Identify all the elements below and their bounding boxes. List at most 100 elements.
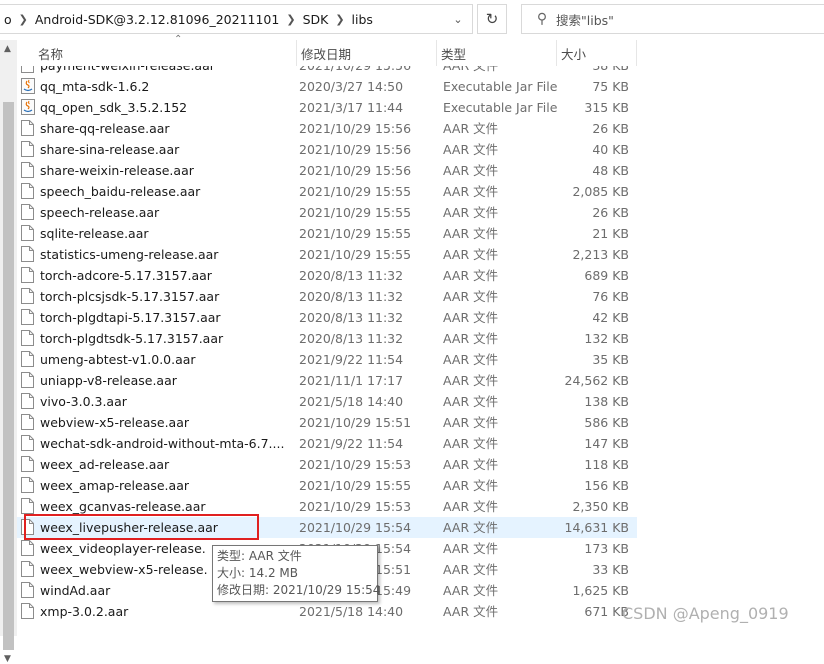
table-row[interactable]: umeng-abtest-v1.0.0.aar 2021/9/22 11:54 AA… — [17, 349, 637, 370]
file-size: 147 KB — [584, 436, 629, 451]
table-row[interactable]: speech-release.aar 2021/10/29 15:55 AAR 文件… — [17, 202, 637, 223]
file-size: 173 KB — [584, 541, 629, 556]
table-row[interactable]: payment-weixin-release.aar 2021/10/29 15… — [17, 66, 637, 76]
breadcrumb-item[interactable]: libs — [348, 12, 377, 27]
refresh-button[interactable]: ↻ — [477, 4, 507, 34]
breadcrumb-item[interactable]: SDK — [299, 12, 333, 27]
tooltip-size: 大小: 14.2 MB — [217, 566, 298, 580]
file-type: AAR 文件 — [443, 604, 499, 619]
table-row[interactable]: share-weixin-release.aar 2021/10/29 15:56… — [17, 160, 637, 181]
address-bar[interactable]: o ❯ Android-SDK@3.2.12.81096_20211101 ❯ … — [0, 4, 473, 34]
file-size: 1,625 KB — [572, 583, 629, 598]
table-row[interactable]: statistics-umeng-release.aar 2021/10/29 1… — [17, 244, 637, 265]
table-row[interactable]: torch-plgdtsdk-5.17.3157.aar 2020/8/13 11… — [17, 328, 637, 349]
search-input[interactable]: 搜索"libs" — [556, 10, 614, 29]
file-date: 2021/10/29 15:54 — [299, 520, 412, 535]
watermark: CSDN @Apeng_0919 — [622, 604, 789, 623]
table-row[interactable]: webview-x5-release.aar 2021/10/29 15:51 AA… — [17, 412, 637, 433]
scroll-up-icon[interactable]: ▲ — [4, 44, 11, 54]
breadcrumb-item[interactable]: o — [0, 12, 16, 27]
file-type: AAR 文件 — [443, 247, 499, 262]
file-name: xmp-3.0.2.aar — [40, 604, 129, 619]
tooltip-date: 修改日期: 2021/10/29 15:54 — [217, 583, 381, 597]
table-row[interactable]: torch-plgdtapi-5.17.3157.aar 2020/8/13 11… — [17, 307, 637, 328]
file-date: 2021/9/22 11:54 — [299, 436, 404, 451]
chevron-down-icon[interactable]: ⌄ — [450, 5, 466, 33]
table-row[interactable]: share-sina-release.aar 2021/10/29 15:56 AA… — [17, 139, 637, 160]
file-date: 2021/5/18 14:40 — [299, 604, 404, 619]
chevron-right-icon[interactable]: ❯ — [283, 13, 298, 26]
file-type: AAR 文件 — [443, 583, 499, 598]
file-type: AAR 文件 — [443, 205, 499, 220]
table-row[interactable]: vivo-3.0.3.aar 2021/5/18 14:40 AAR 文件 138 K… — [17, 391, 637, 412]
table-row[interactable]: uniapp-v8-release.aar 2021/11/1 17:17 AAR … — [17, 370, 637, 391]
breadcrumb: o ❯ Android-SDK@3.2.12.81096_20211101 ❯ … — [0, 5, 377, 33]
table-row[interactable]: weex_ad-release.aar 2021/10/29 15:53 AAR 文… — [17, 454, 637, 475]
table-row[interactable]: qq_open_sdk_3.5.2.152 2021/3/17 11:44 Exec… — [17, 97, 637, 118]
file-size: 76 KB — [592, 289, 629, 304]
column-header-row: ⌃ 名称 修改日期 类型 大小 — [17, 34, 824, 66]
scroll-down-icon[interactable]: ▼ — [4, 654, 11, 664]
file-name: share-weixin-release.aar — [40, 163, 194, 178]
search-box[interactable]: ⚲ 搜索"libs" — [521, 4, 824, 34]
table-row[interactable]: wechat-sdk-android-without-mta-6.7.... 20… — [17, 433, 637, 454]
file-date: 2021/10/29 15:55 — [299, 184, 412, 199]
column-header-name[interactable]: 名称 — [34, 40, 297, 66]
file-icon — [21, 561, 34, 577]
column-header-type[interactable]: 类型 — [437, 40, 557, 66]
file-icon — [21, 288, 34, 304]
table-row[interactable]: weex_amap-release.aar 2021/10/29 15:55 AAR… — [17, 475, 637, 496]
file-date: 2020/8/13 11:32 — [299, 310, 404, 325]
file-icon — [21, 330, 34, 346]
file-icon — [21, 351, 34, 367]
file-date: 2021/10/29 15:55 — [299, 205, 412, 220]
file-type: AAR 文件 — [443, 541, 499, 556]
file-date: 2021/10/29 15:56 — [299, 142, 412, 157]
file-date: 2020/8/13 11:32 — [299, 268, 404, 283]
column-header-date[interactable]: 修改日期 — [297, 40, 437, 66]
file-type: AAR 文件 — [443, 121, 499, 136]
table-row[interactable]: sqlite-release.aar 2021/10/29 15:55 AAR 文件… — [17, 223, 637, 244]
file-size: 35 KB — [592, 352, 629, 367]
vertical-scrollbar[interactable]: ▲ ▼ — [0, 40, 17, 664]
chevron-right-icon[interactable]: ❯ — [16, 13, 31, 26]
file-size: 75 KB — [592, 79, 629, 94]
table-row[interactable]: speech_baidu-release.aar 2021/10/29 15:55… — [17, 181, 637, 202]
column-header-size[interactable]: 大小 — [557, 40, 637, 66]
file-type: AAR 文件 — [443, 331, 499, 346]
file-size: 26 KB — [592, 205, 629, 220]
file-name: uniapp-v8-release.aar — [40, 373, 177, 388]
file-size: 48 KB — [592, 163, 629, 178]
file-date: 2021/10/29 15:51 — [299, 415, 412, 430]
file-type: AAR 文件 — [443, 142, 499, 157]
file-name: torch-adcore-5.17.3157.aar — [40, 268, 212, 283]
file-size: 118 KB — [584, 457, 629, 472]
file-icon — [21, 183, 34, 199]
breadcrumb-item[interactable]: Android-SDK@3.2.12.81096_20211101 — [31, 12, 283, 27]
file-size: 33 KB — [592, 562, 629, 577]
table-row[interactable]: torch-adcore-5.17.3157.aar 2020/8/13 11:3… — [17, 265, 637, 286]
table-row[interactable]: qq_mta-sdk-1.6.2 2020/3/27 14:50 Executabl… — [17, 76, 637, 97]
table-row[interactable]: xmp-3.0.2.aar 2021/5/18 14:40 AAR 文件 671 KB — [17, 601, 637, 622]
table-row[interactable]: share-qq-release.aar 2021/10/29 15:56 AAR … — [17, 118, 637, 139]
file-date: 2021/10/29 15:55 — [299, 478, 412, 493]
file-date: 2021/10/29 15:53 — [299, 457, 412, 472]
file-type: AAR 文件 — [443, 289, 499, 304]
file-type: AAR 文件 — [443, 352, 499, 367]
file-size: 132 KB — [584, 331, 629, 346]
file-date: 2021/5/18 14:40 — [299, 394, 404, 409]
table-row[interactable]: torch-plcsjsdk-5.17.3157.aar 2020/8/13 11… — [17, 286, 637, 307]
file-type: Executable Jar File — [443, 79, 558, 94]
file-type: AAR 文件 — [443, 499, 499, 514]
file-list: payment-weixin-release.aar 2021/10/29 15… — [17, 66, 824, 636]
file-name: weex_amap-release.aar — [40, 478, 189, 493]
file-type: AAR 文件 — [443, 520, 499, 535]
file-size: 2,085 KB — [572, 184, 629, 199]
file-size: 14,631 KB — [564, 520, 629, 535]
file-size: 40 KB — [592, 142, 629, 157]
search-icon: ⚲ — [536, 11, 548, 27]
scrollbar-thumb[interactable] — [3, 102, 14, 650]
file-name: torch-plcsjsdk-5.17.3157.aar — [40, 289, 220, 304]
chevron-right-icon[interactable]: ❯ — [332, 13, 347, 26]
file-icon — [21, 456, 34, 472]
